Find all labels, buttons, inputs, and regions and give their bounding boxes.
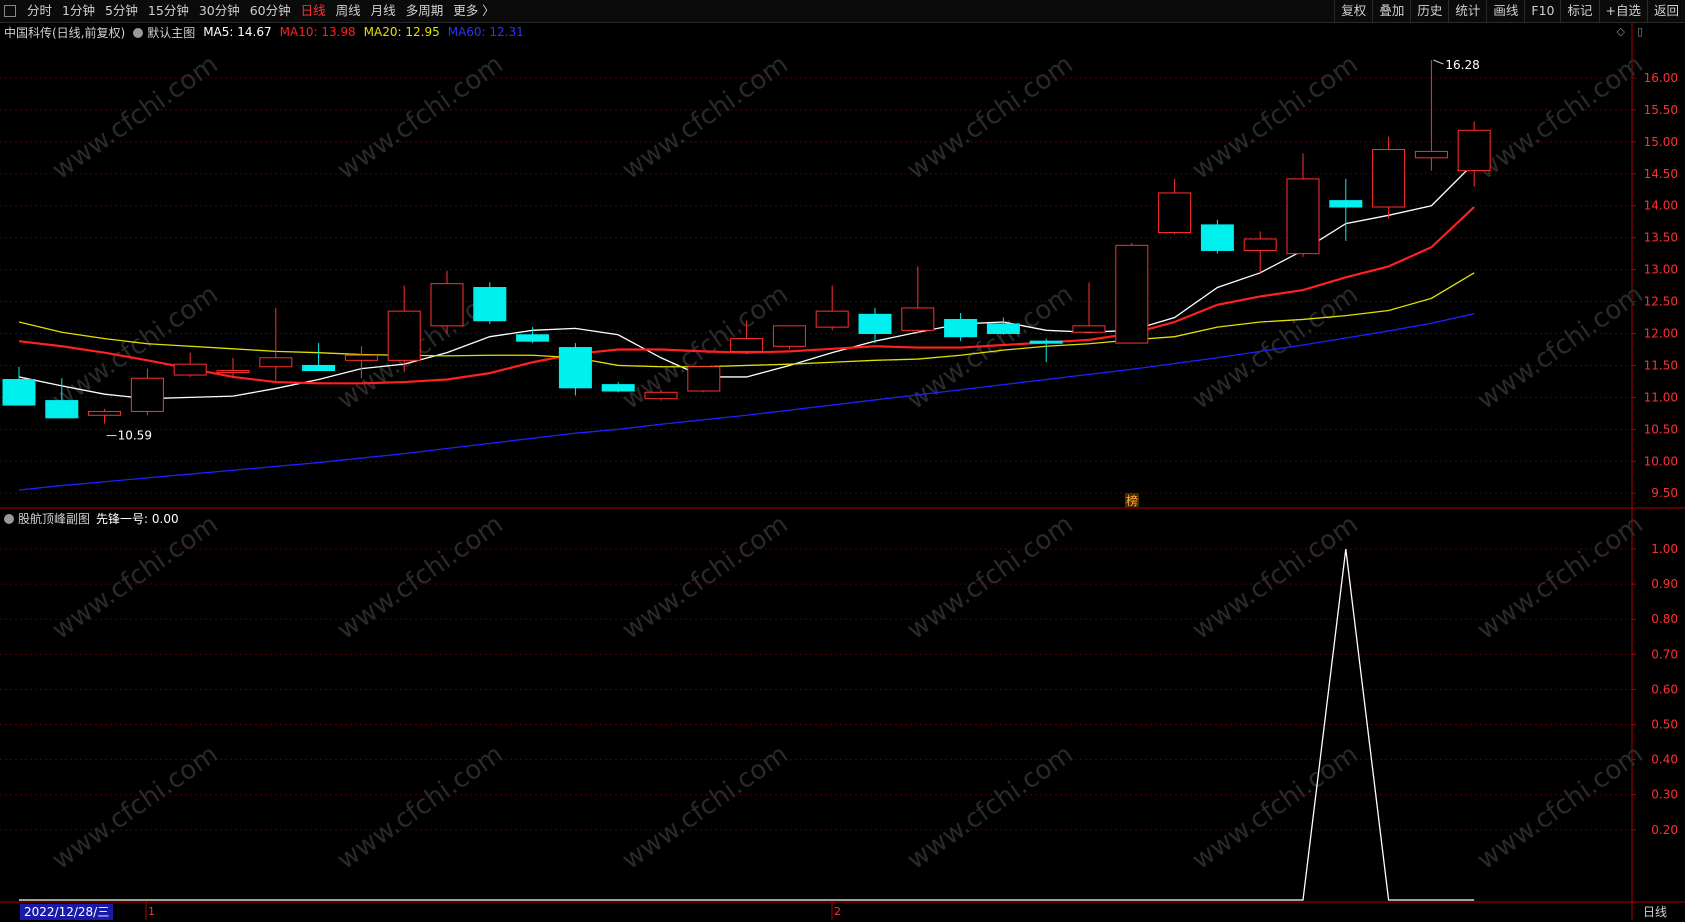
candle-body	[1115, 244, 1149, 344]
main-tick-label: 9.50	[1651, 486, 1678, 500]
candle-body	[858, 313, 892, 335]
main-tick-label: 14.50	[1644, 167, 1678, 181]
low-price-label: 10.59	[118, 429, 152, 443]
sub-tick-label: 0.20	[1651, 823, 1678, 837]
high-pointer	[1433, 59, 1444, 65]
diamond-icon[interactable]: ◇	[1617, 25, 1625, 38]
main-tick-label: 12.00	[1644, 327, 1678, 341]
main-tick-label: 13.00	[1644, 263, 1678, 277]
month-mark-2: 2	[834, 905, 841, 918]
main-tick-label: 12.50	[1644, 295, 1678, 309]
candle-body	[1329, 200, 1363, 208]
candle-body	[1372, 149, 1406, 208]
watermark: www.cfchi.com	[1187, 49, 1364, 185]
candle-body	[302, 364, 336, 372]
candle-body	[1029, 340, 1063, 344]
main-tick-label: 11.50	[1644, 358, 1678, 372]
watermark: www.cfchi.com	[332, 509, 509, 645]
candle-body	[730, 338, 764, 352]
candle-body	[815, 310, 849, 328]
candle-body	[130, 377, 164, 412]
candle-body	[1243, 238, 1277, 251]
candle-body	[1072, 325, 1106, 333]
sub-chart-header: 股航顶峰副图 先锋一号: 0.00	[4, 509, 185, 527]
candle-body	[1457, 129, 1491, 172]
indicator-label: 先锋一号: 0.00	[96, 511, 179, 526]
month-mark-1: 1	[148, 905, 155, 918]
candle-body	[1200, 224, 1234, 251]
sub-tick-label: 0.60	[1651, 682, 1678, 696]
candle-body	[173, 363, 207, 376]
candle-body	[944, 318, 978, 338]
watermark: www.cfchi.com	[47, 49, 224, 185]
main-tick-label: 15.50	[1644, 103, 1678, 117]
settings-circle-icon[interactable]	[133, 28, 144, 38]
sub-tick-label: 0.70	[1651, 647, 1678, 661]
candle-body	[430, 283, 464, 327]
main-tick-label: 10.50	[1644, 422, 1678, 436]
candle-body	[601, 384, 635, 392]
main-tick-label: 11.00	[1644, 390, 1678, 404]
watermark: www.cfchi.com	[332, 49, 509, 185]
kline-chart-canvas[interactable]: 9.5010.0010.5011.0011.5012.0012.5013.001…	[0, 0, 1685, 922]
main-tick-label: 14.00	[1644, 199, 1678, 213]
watermark: www.cfchi.com	[902, 509, 1079, 645]
sub-chart-name[interactable]: 股航顶峰副图	[18, 510, 90, 527]
sub-tick-label: 0.90	[1651, 577, 1678, 591]
candle-body	[558, 347, 592, 389]
stock-title: 中国科传(日线,前复权)	[4, 25, 126, 40]
candle-body	[1286, 178, 1320, 255]
cursor-date-label: 2022/12/28/三	[20, 904, 114, 920]
high-price-label: 16.28	[1445, 58, 1479, 72]
candle-body	[2, 379, 36, 406]
candle-body	[772, 325, 806, 347]
candle-body	[45, 400, 79, 419]
watermark: www.cfchi.com	[1187, 279, 1364, 415]
candle-body	[986, 323, 1020, 334]
ma5-label: MA5: 14.67	[203, 25, 272, 39]
sub-tick-label: 0.50	[1651, 718, 1678, 732]
main-chart-header: 中国科传(日线,前复权) 默认主图 MA5: 14.67 MA10: 13.98…	[4, 23, 532, 41]
main-tick-label: 16.00	[1644, 71, 1678, 85]
main-tick-label: 13.50	[1644, 231, 1678, 245]
candle-body	[344, 354, 378, 361]
flag-marker: 榜	[1126, 493, 1138, 508]
candle-body	[516, 334, 550, 342]
watermark: www.cfchi.com	[617, 509, 794, 645]
sub-tick-label: 1.00	[1651, 542, 1678, 556]
sub-tick-label: 0.30	[1651, 788, 1678, 802]
ma10-label: MA10: 13.98	[279, 25, 356, 39]
candle-body	[687, 366, 721, 392]
candle-body	[387, 310, 421, 361]
candle-body	[259, 357, 293, 368]
watermark: www.cfchi.com	[47, 509, 224, 645]
main-tick-label: 15.00	[1644, 135, 1678, 149]
watermark: www.cfchi.com	[617, 279, 794, 415]
sub-tick-label: 0.40	[1651, 753, 1678, 767]
watermark: www.cfchi.com	[1472, 279, 1649, 415]
sub-settings-circle-icon[interactable]	[4, 514, 14, 524]
watermark: www.cfchi.com	[1472, 509, 1649, 645]
period-status[interactable]: 日线	[1643, 904, 1667, 920]
candle-body	[901, 307, 935, 331]
main-tick-label: 10.00	[1644, 454, 1678, 468]
candle-body	[1158, 192, 1192, 234]
candle-body	[644, 391, 678, 400]
candle-body	[473, 287, 507, 322]
sub-tick-label: 0.80	[1651, 612, 1678, 626]
panel-toggle-icon[interactable]: ▯	[1637, 25, 1643, 38]
watermark: www.cfchi.com	[617, 49, 794, 185]
candle-body	[88, 410, 122, 416]
watermark: www.cfchi.com	[1472, 49, 1649, 185]
candle-body	[1414, 150, 1448, 159]
ma20-label: MA20: 12.95	[363, 25, 440, 39]
candle-body	[216, 370, 250, 374]
ma60-label: MA60: 12.31	[447, 25, 524, 39]
watermark: www.cfchi.com	[902, 49, 1079, 185]
main-chart-name[interactable]: 默认主图	[147, 24, 195, 41]
